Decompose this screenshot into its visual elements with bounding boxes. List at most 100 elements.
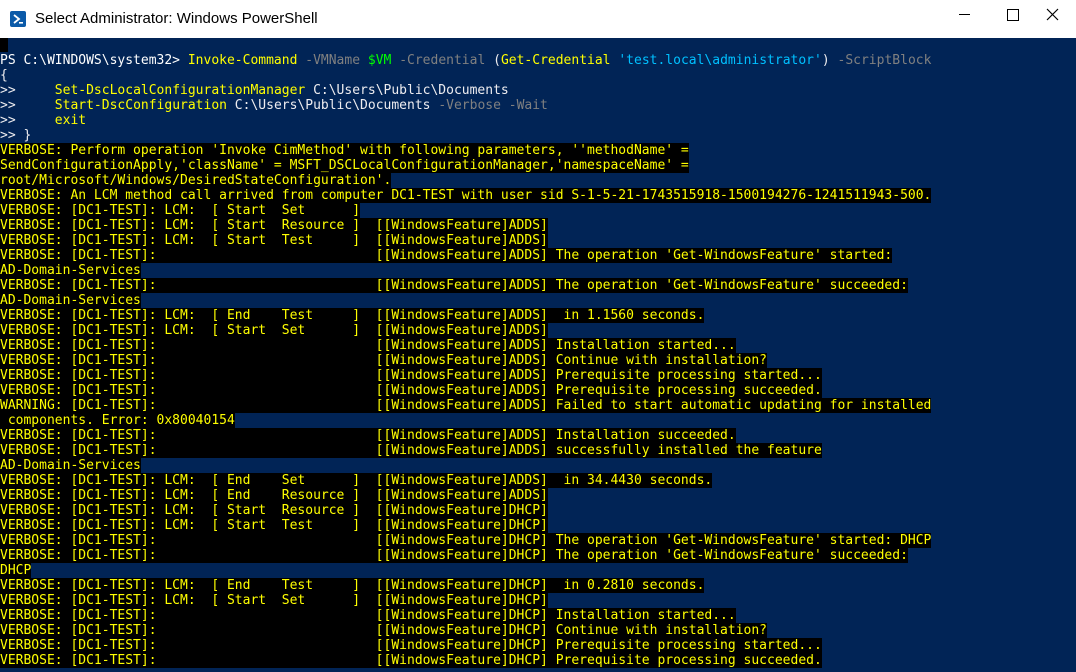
verbose-text: VERBOSE: [DC1-TEST]: LCM: [ End Resource… — [0, 488, 548, 503]
script-token: Start-DscConfiguration — [54, 98, 227, 113]
script-token: Set-DscLocalConfigurationManager — [54, 83, 306, 98]
output-line: AD-Domain-Services — [0, 458, 1076, 473]
output-line: VERBOSE: Perform operation 'Invoke CimMe… — [0, 143, 1076, 158]
verbose-text: VERBOSE: [DC1-TEST]: [[WindowsFeature]AD… — [0, 443, 822, 458]
verbose-text: VERBOSE: [DC1-TEST]: LCM: [ Start Resour… — [0, 218, 548, 233]
output-line: VERBOSE: [DC1-TEST]: LCM: [ Start Set ] … — [0, 323, 1076, 338]
script-token: >> — [0, 83, 55, 98]
verbose-text: VERBOSE: [DC1-TEST]: [[WindowsFeature]DH… — [0, 608, 736, 623]
output-line: VERBOSE: [DC1-TEST]: [[WindowsFeature]AD… — [0, 353, 1076, 368]
command-token: ( — [485, 53, 501, 68]
output-line: VERBOSE: [DC1-TEST]: LCM: [ Start Set ] … — [0, 593, 1076, 608]
verbose-text: VERBOSE: [DC1-TEST]: LCM: [ Start Set ] … — [0, 323, 548, 338]
command-token — [360, 53, 368, 68]
console-output[interactable]: PS C:\WINDOWS\system32> Invoke-Command -… — [0, 38, 1076, 672]
output-line: DHCP — [0, 563, 1076, 578]
output-line: VERBOSE: [DC1-TEST]: [[WindowsFeature]DH… — [0, 623, 1076, 638]
output-line: WARNING: [DC1-TEST]: [[WindowsFeature]AD… — [0, 398, 1076, 413]
output-line: VERBOSE: [DC1-TEST]: [[WindowsFeature]DH… — [0, 548, 1076, 563]
verbose-text: VERBOSE: An LCM method call arrived from… — [0, 188, 932, 203]
verbose-text: VERBOSE: [DC1-TEST]: [[WindowsFeature]AD… — [0, 353, 768, 368]
prompt: PS C:\WINDOWS\system32> — [0, 53, 188, 68]
verbose-text: VERBOSE: [DC1-TEST]: LCM: [ End Test ] [… — [0, 308, 705, 323]
window-title: Select Administrator: Windows PowerShell — [35, 10, 318, 27]
output-line: VERBOSE: [DC1-TEST]: LCM: [ Start Test ]… — [0, 518, 1076, 533]
verbose-text: VERBOSE: [DC1-TEST]: LCM: [ End Test ] [… — [0, 578, 705, 593]
verbose-text: components. Error: 0x80040154 — [0, 413, 235, 428]
verbose-text: AD-Domain-Services — [0, 293, 141, 308]
output-line: VERBOSE: [DC1-TEST]: [[WindowsFeature]AD… — [0, 338, 1076, 353]
output-line: VERBOSE: [DC1-TEST]: LCM: [ Start Resour… — [0, 218, 1076, 233]
warning-text: WARNING: [DC1-TEST]: [[WindowsFeature]AD… — [0, 398, 932, 413]
output-line: VERBOSE: [DC1-TEST]: [[WindowsFeature]AD… — [0, 443, 1076, 458]
verbose-text: VERBOSE: [DC1-TEST]: LCM: [ Start Test ]… — [0, 518, 548, 533]
output-line: VERBOSE: [DC1-TEST]: LCM: [ End Resource… — [0, 488, 1076, 503]
minimize-icon — [959, 14, 970, 15]
close-button[interactable] — [1028, 0, 1076, 30]
output-line: components. Error: 0x80040154 — [0, 413, 1076, 428]
script-token: C:\Users\Public\Documents — [305, 83, 509, 98]
verbose-text: VERBOSE: Perform operation 'Invoke CimMe… — [0, 143, 689, 158]
verbose-text: VERBOSE: [DC1-TEST]: [[WindowsFeature]AD… — [0, 338, 736, 353]
verbose-text: VERBOSE: [DC1-TEST]: [[WindowsFeature]AD… — [0, 428, 736, 443]
verbose-text: VERBOSE: [DC1-TEST]: LCM: [ Start Resour… — [0, 503, 548, 518]
verbose-text: VERBOSE: [DC1-TEST]: [[WindowsFeature]DH… — [0, 623, 768, 638]
output-line: AD-Domain-Services — [0, 263, 1076, 278]
script-token: -Verbose -Wait — [438, 98, 548, 113]
verbose-text: VERBOSE: [DC1-TEST]: [[WindowsFeature]DH… — [0, 653, 822, 668]
output-line: VERBOSE: [DC1-TEST]: [[WindowsFeature]DH… — [0, 533, 1076, 548]
script-token: >> — [0, 98, 55, 113]
verbose-text: VERBOSE: [DC1-TEST]: [[WindowsFeature]DH… — [0, 638, 822, 653]
output-line: SendConfigurationApply,'className' = MSF… — [0, 158, 1076, 173]
verbose-text: VERBOSE: [DC1-TEST]: [[WindowsFeature]AD… — [0, 278, 908, 293]
script-line: { — [0, 68, 1076, 83]
output-line: VERBOSE: [DC1-TEST]: [[WindowsFeature]AD… — [0, 248, 1076, 263]
command-token: Invoke-Command — [187, 53, 298, 68]
output-line: VERBOSE: [DC1-TEST]: [[WindowsFeature]DH… — [0, 638, 1076, 653]
script-token: >> — [0, 113, 55, 128]
powershell-icon[interactable] — [10, 11, 26, 27]
script-line: >> } — [0, 128, 1076, 143]
verbose-text: VERBOSE: [DC1-TEST]: LCM: [ End Set ] [[… — [0, 473, 713, 488]
command-token: -VMName — [305, 53, 361, 68]
verbose-text: VERBOSE: [DC1-TEST]: [[WindowsFeature]AD… — [0, 368, 822, 383]
output-line: VERBOSE: [DC1-TEST]: [[WindowsFeature]DH… — [0, 653, 1076, 668]
verbose-text: DHCP — [0, 563, 32, 578]
close-icon — [1046, 8, 1059, 21]
verbose-text: VERBOSE: [DC1-TEST]: LCM: [ Start Set ] … — [0, 593, 548, 608]
output-line: VERBOSE: [DC1-TEST]: LCM: [ Start Resour… — [0, 503, 1076, 518]
command-token: ) — [821, 53, 838, 68]
text-cursor — [0, 38, 8, 52]
output-line: root/Microsoft/Windows/DesiredStateConfi… — [0, 173, 1076, 188]
command-token — [391, 53, 399, 68]
verbose-text: root/Microsoft/Windows/DesiredStateConfi… — [0, 173, 392, 188]
verbose-text: AD-Domain-Services — [0, 263, 141, 278]
verbose-text: VERBOSE: [DC1-TEST]: LCM: [ Start Set ] — [0, 203, 361, 218]
command-token: Get-Credential — [500, 53, 611, 68]
output-line: VERBOSE: An LCM method call arrived from… — [0, 188, 1076, 203]
output-line: VERBOSE: [DC1-TEST]: [[WindowsFeature]DH… — [0, 608, 1076, 623]
output-block: VERBOSE: Perform operation 'Invoke CimMe… — [0, 143, 1076, 668]
script-line: >> Set-DscLocalConfigurationManager C:\U… — [0, 83, 1076, 98]
output-line: VERBOSE: [DC1-TEST]: LCM: [ End Test ] [… — [0, 308, 1076, 323]
output-line: VERBOSE: [DC1-TEST]: [[WindowsFeature]AD… — [0, 383, 1076, 398]
output-line: AD-Domain-Services — [0, 293, 1076, 308]
cursor-line — [0, 38, 1076, 53]
output-line: VERBOSE: [DC1-TEST]: LCM: [ End Set ] [[… — [0, 473, 1076, 488]
script-token: >> } — [0, 128, 32, 143]
verbose-text: VERBOSE: [DC1-TEST]: [[WindowsFeature]AD… — [0, 248, 893, 263]
command-token: -Credential — [399, 53, 486, 68]
command-token: $VM — [367, 53, 392, 68]
output-line: VERBOSE: [DC1-TEST]: [[WindowsFeature]AD… — [0, 368, 1076, 383]
minimize-button[interactable] — [940, 0, 988, 30]
title-bar[interactable]: Select Administrator: Windows PowerShell — [0, 0, 1076, 38]
verbose-text: VERBOSE: [DC1-TEST]: [[WindowsFeature]DH… — [0, 533, 932, 548]
output-line: VERBOSE: [DC1-TEST]: LCM: [ Start Set ] — [0, 203, 1076, 218]
output-line: VERBOSE: [DC1-TEST]: [[WindowsFeature]AD… — [0, 428, 1076, 443]
script-token: { — [0, 68, 8, 83]
command-text: Invoke-Command -VMName $VM -Credential (… — [188, 53, 932, 68]
verbose-text: VERBOSE: [DC1-TEST]: LCM: [ Start Test ]… — [0, 233, 548, 248]
command-token: 'test.local\administrator' — [618, 53, 822, 68]
script-line: >> exit — [0, 113, 1076, 128]
output-line: VERBOSE: [DC1-TEST]: LCM: [ End Test ] [… — [0, 578, 1076, 593]
